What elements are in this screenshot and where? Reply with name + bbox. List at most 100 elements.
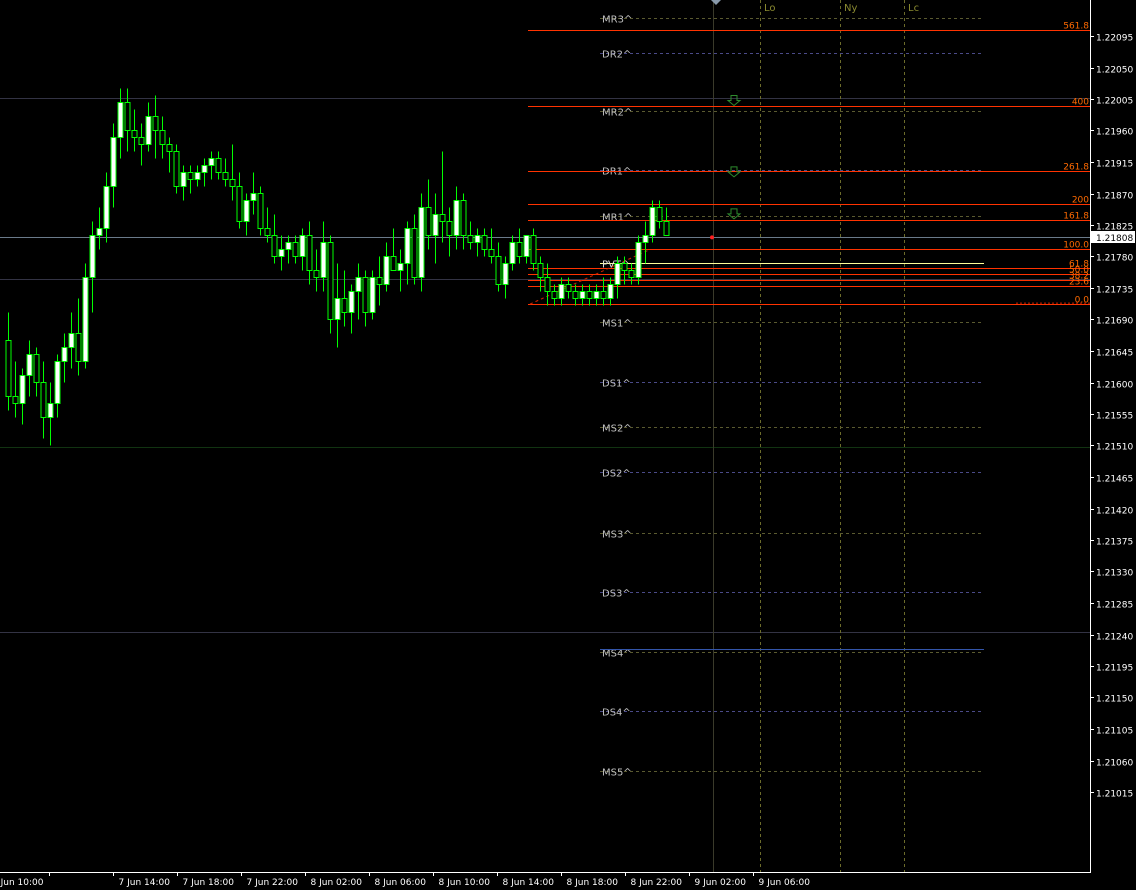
candle-body[interactable] — [271, 235, 278, 257]
candle-body[interactable] — [586, 291, 593, 299]
candle-body[interactable] — [236, 186, 243, 222]
candle-body[interactable] — [348, 291, 355, 313]
candle-body[interactable] — [96, 228, 103, 236]
candle-body[interactable] — [264, 228, 271, 236]
candle-body[interactable] — [495, 256, 502, 285]
candle-body[interactable] — [26, 354, 33, 376]
candle-body[interactable] — [481, 235, 488, 250]
candle-body[interactable] — [82, 277, 89, 362]
candle-body[interactable] — [152, 116, 159, 131]
candle-body[interactable] — [278, 249, 285, 257]
candle-body[interactable] — [306, 235, 313, 271]
price-axis[interactable]: 1.22095 1.22050 1.22005 1.21960 1.21915 1.218… — [1090, 0, 1135, 872]
candle-body[interactable] — [369, 277, 376, 313]
candle-body[interactable] — [75, 333, 82, 362]
candle-body[interactable] — [516, 242, 523, 257]
candle-body[interactable] — [180, 172, 187, 187]
candle-body[interactable] — [404, 228, 411, 264]
candle-body[interactable] — [635, 242, 642, 278]
candle-body[interactable] — [453, 200, 460, 236]
candle-body[interactable] — [397, 263, 404, 271]
candle-body[interactable] — [243, 200, 250, 222]
candle-body[interactable] — [61, 347, 68, 362]
candle-body[interactable] — [138, 137, 145, 145]
candle-body[interactable] — [544, 277, 551, 292]
candle-body[interactable] — [320, 242, 327, 278]
candle-body[interactable] — [117, 102, 124, 138]
candle-body[interactable] — [565, 284, 572, 292]
candle-body[interactable] — [551, 291, 558, 299]
candle-body[interactable] — [68, 333, 75, 348]
candle-body[interactable] — [593, 291, 600, 299]
candle-body[interactable] — [313, 270, 320, 278]
candle-body[interactable] — [257, 193, 264, 229]
candle-body[interactable] — [432, 214, 439, 236]
candle-body[interactable] — [173, 151, 180, 187]
candle-body[interactable] — [390, 256, 397, 271]
candle-body[interactable] — [663, 221, 670, 236]
candle-body[interactable] — [299, 235, 306, 257]
candle-body[interactable] — [103, 186, 110, 229]
candle-body[interactable] — [614, 263, 621, 285]
candle-body[interactable] — [537, 263, 544, 278]
candle-body[interactable] — [40, 382, 47, 418]
candle-body[interactable] — [509, 242, 516, 264]
candle-body[interactable] — [467, 235, 474, 243]
candle-body[interactable] — [621, 263, 628, 271]
candle-body[interactable] — [12, 396, 19, 404]
candle-body[interactable] — [418, 207, 425, 278]
candle-body[interactable] — [334, 298, 341, 320]
candle-body[interactable] — [110, 137, 117, 187]
candle-body[interactable] — [376, 277, 383, 285]
candle-body[interactable] — [502, 263, 509, 285]
candle-body[interactable] — [572, 291, 579, 299]
candle-body[interactable] — [558, 284, 565, 299]
candle-body[interactable] — [229, 179, 236, 187]
candle-body[interactable] — [656, 207, 663, 222]
candle-body[interactable] — [523, 235, 530, 257]
candle-body[interactable] — [222, 172, 229, 180]
candle-body[interactable] — [439, 214, 446, 222]
candle-body[interactable] — [628, 270, 635, 278]
candle-body[interactable] — [33, 354, 40, 383]
candle-body[interactable] — [579, 291, 586, 299]
price-tick-label: 1.21600 — [1096, 381, 1133, 391]
candle-body[interactable] — [194, 172, 201, 180]
candle-body[interactable] — [488, 249, 495, 257]
candle-body[interactable] — [187, 172, 194, 180]
candle-body[interactable] — [208, 158, 215, 166]
candle-body[interactable] — [89, 235, 96, 278]
candle-body[interactable] — [362, 277, 369, 313]
price-chart[interactable]: LoNyLc MR3^DR2^MR2^DR1^MR1^PVT^MS1^DS1^M… — [0, 0, 1136, 890]
candle-body[interactable] — [327, 242, 334, 320]
candle-body[interactable] — [5, 340, 12, 397]
candle-body[interactable] — [285, 242, 292, 250]
candle-body[interactable] — [131, 130, 138, 138]
candle-body[interactable] — [124, 102, 131, 131]
candle-body[interactable] — [600, 291, 607, 299]
candle-body[interactable] — [474, 235, 481, 243]
candle-body[interactable] — [355, 277, 362, 292]
candle-body[interactable] — [159, 130, 166, 145]
candle-body[interactable] — [649, 207, 656, 236]
candle-body[interactable] — [341, 298, 348, 313]
candle-body[interactable] — [292, 242, 299, 257]
candle-body[interactable] — [47, 403, 54, 418]
candle-body[interactable] — [460, 200, 467, 236]
candle-body[interactable] — [145, 116, 152, 145]
candle-body[interactable] — [201, 165, 208, 173]
candle-body[interactable] — [166, 144, 173, 152]
candlesticks[interactable] — [5, 88, 670, 446]
candle-body[interactable] — [425, 207, 432, 236]
candle-body[interactable] — [54, 361, 61, 404]
time-axis[interactable]: 7 Jun 10:00 7 Jun 14:00 7 Jun 18:00 7 Jun 2… — [0, 872, 1091, 888]
candle-body[interactable] — [530, 235, 537, 264]
candle-body[interactable] — [215, 158, 222, 173]
candle-body[interactable] — [411, 228, 418, 278]
candle-body[interactable] — [19, 375, 26, 404]
candle-body[interactable] — [642, 235, 649, 243]
candle-body[interactable] — [250, 193, 257, 201]
candle-body[interactable] — [446, 221, 453, 236]
candle-body[interactable] — [607, 284, 614, 299]
candle-body[interactable] — [383, 256, 390, 285]
